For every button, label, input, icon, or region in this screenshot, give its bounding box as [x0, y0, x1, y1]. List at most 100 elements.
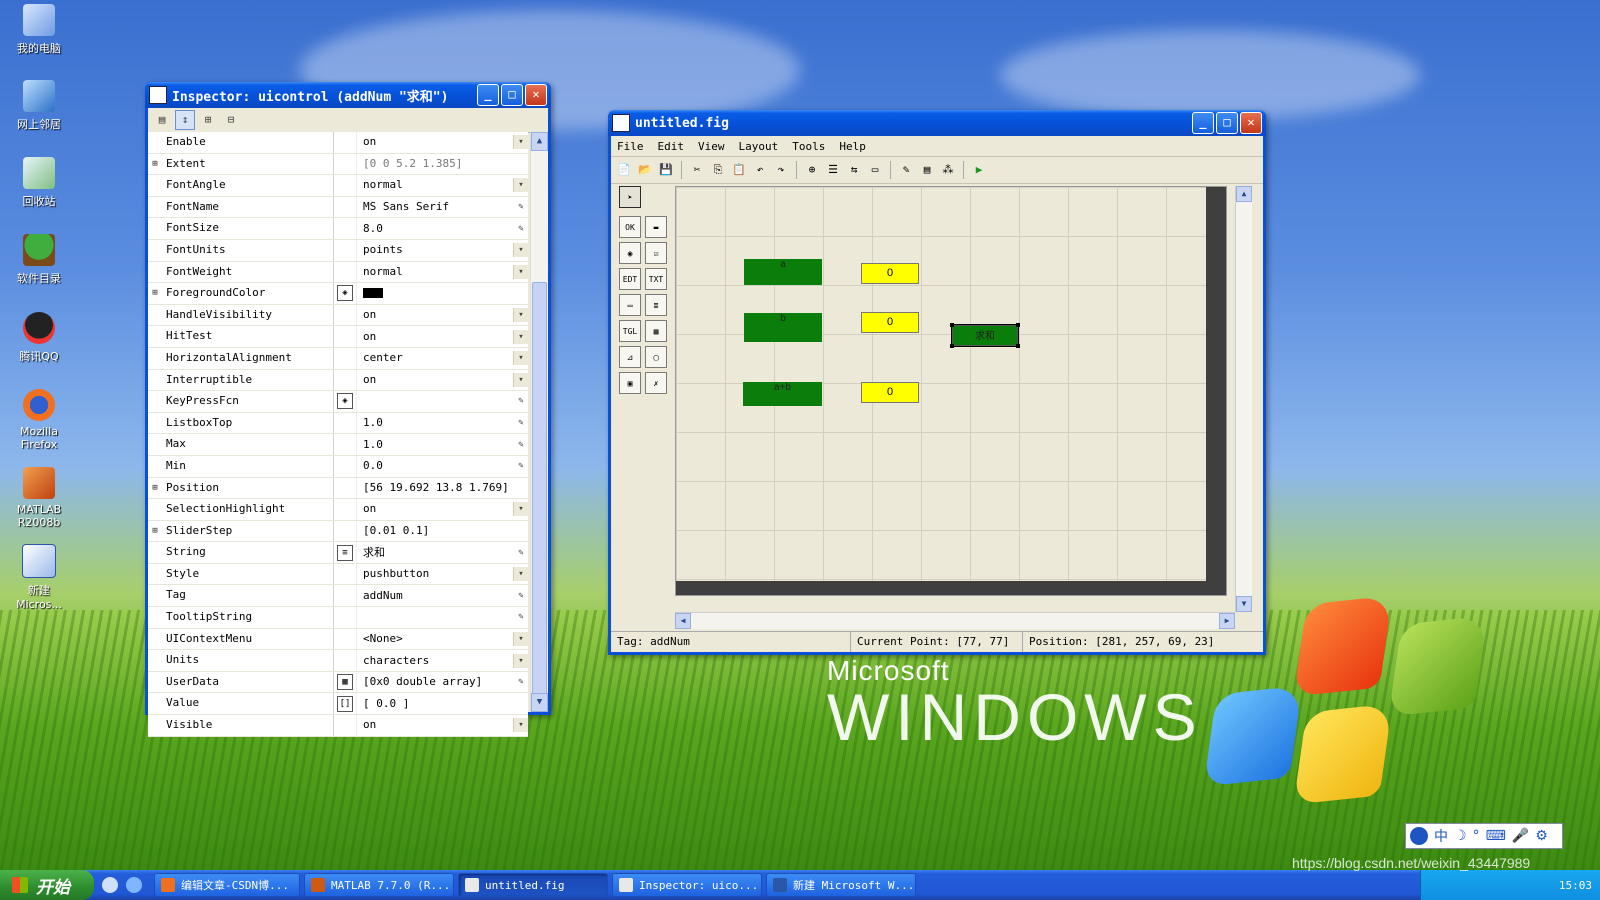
settings-gear-icon[interactable]: ⚙	[1535, 828, 1548, 844]
ime-mode-label[interactable]: 中	[1434, 826, 1448, 846]
radio-button-tool-icon[interactable]: ◉	[619, 242, 641, 264]
toggle-button-tool-icon[interactable]: TGL	[619, 320, 641, 342]
dropdown-arrow-icon[interactable]: ▾	[513, 243, 528, 258]
desktop-icon-qq[interactable]: 腾讯QQ	[8, 312, 70, 364]
menu-file[interactable]: File	[617, 140, 644, 153]
taskbar-button-csdn[interactable]: 编辑文章-CSDN博...	[154, 873, 300, 897]
listbox-tool-icon[interactable]: ≣	[645, 294, 667, 316]
menu-help[interactable]: Help	[839, 140, 866, 153]
open-folder-icon[interactable]: 📂	[636, 161, 654, 179]
scroll-up-arrow-icon[interactable]: ▲	[1236, 186, 1252, 202]
dropdown-arrow-icon[interactable]: ▾	[513, 135, 528, 150]
expand-toggle-icon[interactable]: ⊞	[148, 483, 162, 493]
punctuation-icon[interactable]: °	[1473, 828, 1480, 844]
desktop-icon-matlab[interactable]: MATLAB R2008b	[8, 467, 70, 529]
dropdown-arrow-icon[interactable]: ▾	[513, 631, 528, 646]
property-row[interactable]: ⊞ SliderStep [0.01 0.1]	[148, 520, 528, 543]
property-row[interactable]: Units characters ▾	[148, 650, 528, 672]
property-value[interactable]: on	[357, 370, 513, 390]
property-row[interactable]: SelectionHighlight on ▾	[148, 499, 528, 521]
alphabetical-sort-icon[interactable]: ↕	[175, 110, 195, 130]
scrollbar-thumb[interactable]	[532, 282, 547, 704]
taskbar-button-word[interactable]: 新建 Microsoft W...	[766, 873, 916, 897]
menu-editor-icon[interactable]: ☰	[824, 161, 842, 179]
selection-handle[interactable]	[1016, 344, 1020, 348]
property-row[interactable]: FontName MS Sans Serif ✎	[148, 196, 528, 219]
static-text-ab[interactable]: a+b	[743, 382, 822, 406]
axes-tool-icon[interactable]: ⊿	[619, 346, 641, 368]
property-value[interactable]: 1.0	[357, 413, 514, 433]
show-desktop-icon[interactable]	[102, 877, 118, 893]
property-row[interactable]: FontSize 8.0 ✎	[148, 218, 528, 240]
property-row[interactable]: HitTest on ▾	[148, 326, 528, 348]
property-value[interactable]: on	[357, 132, 513, 152]
static-text-b[interactable]: b	[744, 313, 822, 342]
dropdown-arrow-icon[interactable]: ▾	[513, 653, 528, 668]
guide-titlebar[interactable]: untitled.fig _ □ ✕	[608, 110, 1266, 136]
table-tool-icon[interactable]: ▦	[645, 320, 667, 342]
menu-tools[interactable]: Tools	[792, 140, 825, 153]
select-tool-icon[interactable]: ➤	[619, 186, 641, 208]
push-button-tool-icon[interactable]: OK	[619, 216, 641, 238]
slider-tool-icon[interactable]: ▬	[645, 216, 667, 238]
activex-tool-icon[interactable]: ✗	[645, 372, 667, 394]
desktop-icon-word-doc[interactable]: 新建 Micros...	[8, 544, 70, 611]
start-button[interactable]: 开始	[0, 870, 94, 900]
property-row[interactable]: HorizontalAlignment center ▾	[148, 347, 528, 370]
scroll-down-arrow-icon[interactable]: ▼	[1236, 596, 1252, 612]
expand-toggle-icon[interactable]: ⊞	[148, 159, 162, 169]
expand-toggle-icon[interactable]: ⊞	[148, 526, 162, 536]
property-value[interactable]: 0.0	[357, 456, 514, 476]
property-inspector-icon[interactable]: ▤	[918, 161, 936, 179]
property-row[interactable]: UIContextMenu <None> ▾	[148, 628, 528, 651]
keyboard-icon[interactable]: ⌨	[1486, 828, 1506, 844]
property-value[interactable]: on	[357, 499, 513, 519]
scroll-down-arrow-icon[interactable]: ▼	[531, 693, 548, 712]
dropdown-arrow-icon[interactable]: ▾	[513, 502, 528, 517]
property-row[interactable]: KeyPressFcn ◈ ✎	[148, 391, 528, 413]
property-value[interactable]: [0x0 double array]	[357, 672, 514, 692]
property-editor-button[interactable]: ≡	[334, 542, 357, 563]
selection-handle[interactable]	[950, 323, 954, 327]
color-swatch[interactable]	[363, 288, 383, 299]
selection-handle[interactable]	[1016, 323, 1020, 327]
property-row[interactable]: Min 0.0 ✎	[148, 455, 528, 478]
cut-icon[interactable]: ✂	[688, 161, 706, 179]
property-value[interactable]	[357, 283, 514, 303]
property-value[interactable]: [56 19.692 13.8 1.769]	[357, 478, 514, 498]
property-row[interactable]: Enable on ▾	[148, 132, 528, 154]
tab-order-icon[interactable]: ⇆	[845, 161, 863, 179]
property-editor-button[interactable]: ◈	[334, 283, 357, 304]
property-row[interactable]: HandleVisibility on ▾	[148, 304, 528, 327]
property-row[interactable]: ListboxTop 1.0 ✎	[148, 412, 528, 435]
menu-view[interactable]: View	[698, 140, 725, 153]
checkbox-tool-icon[interactable]: ☑	[645, 242, 667, 264]
clock[interactable]: 15:03	[1559, 879, 1592, 892]
static-text-a[interactable]: a	[744, 259, 822, 285]
property-row[interactable]: Max 1.0 ✎	[148, 434, 528, 456]
property-value[interactable]: pushbutton	[357, 564, 513, 584]
internet-explorer-icon[interactable]	[126, 877, 142, 893]
edit-pencil-icon[interactable]: ✎	[514, 224, 528, 234]
half-width-moon-icon[interactable]: ☽	[1454, 828, 1467, 844]
desktop-icon-my-computer[interactable]: 我的电脑	[8, 4, 70, 56]
property-row[interactable]: Interruptible on ▾	[148, 369, 528, 392]
panel-tool-icon[interactable]: ▢	[645, 346, 667, 368]
property-value[interactable]: <None>	[357, 629, 513, 649]
edit-pencil-icon[interactable]: ✎	[514, 612, 528, 622]
inspector-titlebar[interactable]: Inspector: uicontrol (addNum "求和") _ □ ✕	[145, 82, 551, 108]
property-editor-button[interactable]: []	[334, 693, 357, 715]
property-row[interactable]: Value[][ 0.0 ]	[148, 693, 528, 716]
edit-pencil-icon[interactable]: ✎	[514, 418, 528, 428]
close-button[interactable]: ✕	[1240, 112, 1262, 134]
property-row[interactable]: FontUnits points ▾	[148, 239, 528, 262]
property-value[interactable]: [ 0.0 ]	[357, 694, 514, 714]
property-row[interactable]: ⊞ Position [56 19.692 13.8 1.769]	[148, 477, 528, 500]
scroll-up-arrow-icon[interactable]: ▲	[531, 132, 548, 151]
paste-icon[interactable]: 📋	[730, 161, 748, 179]
property-row[interactable]: UserData ▦ [0x0 double array] ✎	[148, 671, 528, 694]
property-value[interactable]: center	[357, 348, 513, 368]
edit-pencil-icon[interactable]: ✎	[514, 591, 528, 601]
desktop-icon-network[interactable]: 网上邻居	[8, 80, 70, 132]
selection-handle[interactable]	[950, 344, 954, 348]
